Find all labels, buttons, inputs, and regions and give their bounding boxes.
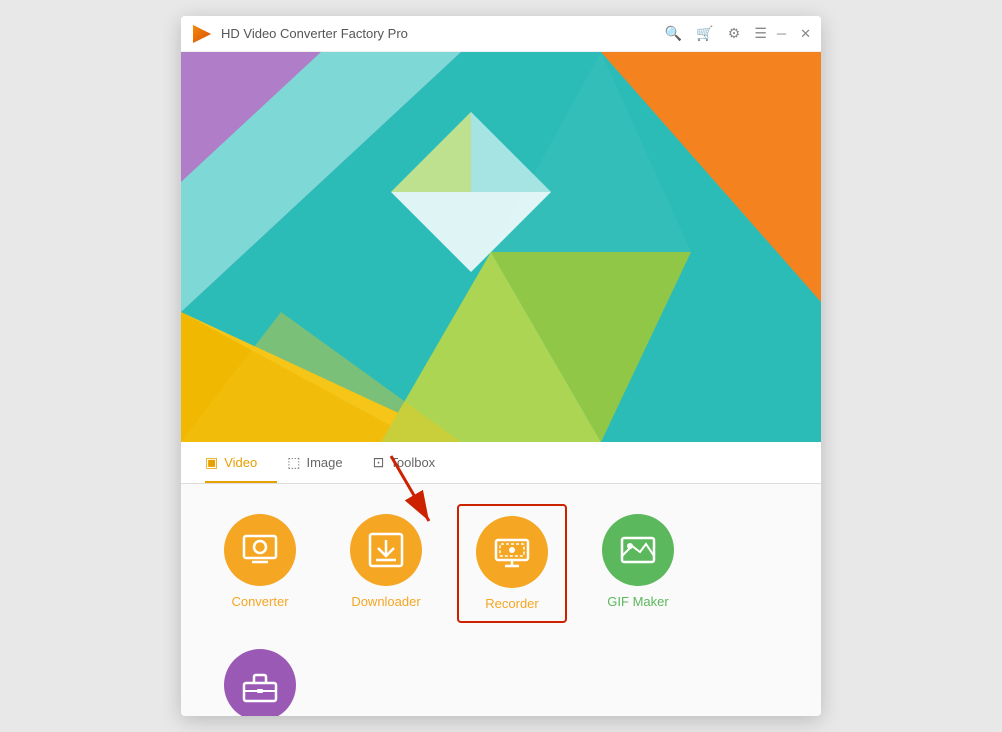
gif-maker-label: GIF Maker	[607, 594, 668, 609]
app-title: HD Video Converter Factory Pro	[221, 26, 665, 41]
tool-downloader[interactable]: Downloader	[331, 504, 441, 619]
toolbar-icons: 🔍 🛒 ⚙ ☰	[665, 25, 767, 42]
recorder-label: Recorder	[485, 596, 538, 611]
video-tab-icon: ▣	[205, 454, 218, 471]
tab-image-label: Image	[306, 455, 342, 470]
cart-icon[interactable]: 🛒	[696, 25, 713, 42]
converter-label: Converter	[231, 594, 288, 609]
menu-icon[interactable]: ☰	[754, 25, 767, 42]
tab-toolbox-label: Toolbox	[390, 455, 435, 470]
settings-icon[interactable]: ⚙	[728, 25, 741, 42]
tab-image[interactable]: ⬚ Image	[287, 442, 362, 483]
category-tabs: ▣ Video ⬚ Image ⊡ Toolbox	[181, 442, 821, 484]
converter-icon-bg	[224, 514, 296, 586]
window-controls: ─ ✕	[777, 26, 811, 42]
tool-converter[interactable]: Converter	[205, 504, 315, 619]
titlebar: HD Video Converter Factory Pro 🔍 🛒 ⚙ ☰ ─…	[181, 16, 821, 52]
minimize-button[interactable]: ─	[777, 26, 786, 41]
toolbox-icon	[240, 665, 280, 705]
gif-maker-icon	[618, 530, 658, 570]
converter-icon	[240, 530, 280, 570]
close-button[interactable]: ✕	[800, 26, 811, 42]
tab-toolbox[interactable]: ⊡ Toolbox	[373, 442, 456, 483]
image-tab-icon: ⬚	[287, 454, 300, 471]
downloader-label: Downloader	[351, 594, 420, 609]
tools-grid: Converter Downloader	[181, 484, 821, 716]
app-logo	[191, 23, 213, 45]
tab-video[interactable]: ▣ Video	[205, 442, 277, 483]
gif-maker-icon-bg	[602, 514, 674, 586]
toolbox-icon-bg	[224, 649, 296, 716]
toolbox-tab-icon: ⊡	[373, 454, 385, 471]
tool-recorder[interactable]: Recorder	[457, 504, 567, 623]
recorder-icon-bg	[476, 516, 548, 588]
main-window: HD Video Converter Factory Pro 🔍 🛒 ⚙ ☰ ─…	[181, 16, 821, 716]
downloader-icon	[366, 530, 406, 570]
search-icon[interactable]: 🔍	[665, 25, 682, 42]
hero-banner	[181, 52, 821, 442]
tool-gif-maker[interactable]: GIF Maker	[583, 504, 693, 619]
tab-video-label: Video	[224, 455, 257, 470]
tool-toolbox[interactable]: Toolbox	[205, 639, 315, 716]
downloader-icon-bg	[350, 514, 422, 586]
recorder-icon	[492, 532, 532, 572]
